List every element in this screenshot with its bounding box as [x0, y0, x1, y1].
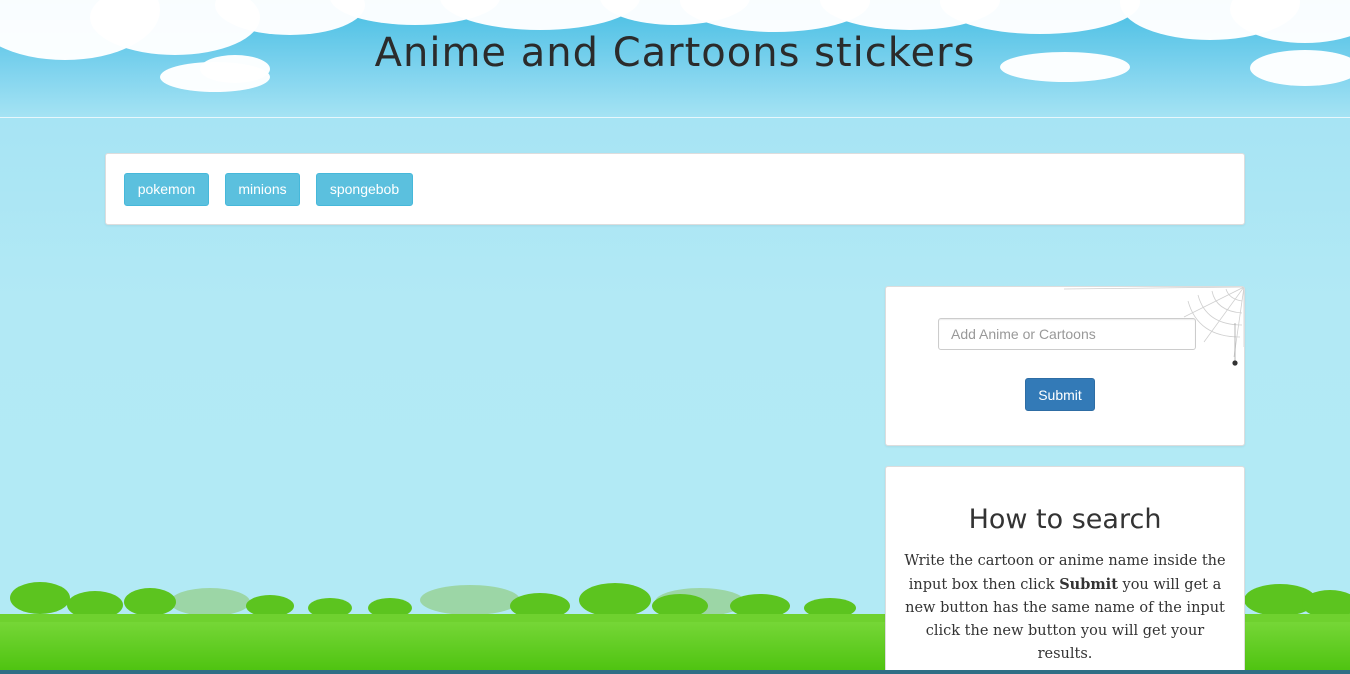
search-input[interactable]	[938, 318, 1196, 350]
taskbar-strip	[0, 670, 1350, 674]
cloud-decoration	[940, 0, 1140, 34]
submit-button[interactable]: Submit	[1025, 378, 1095, 411]
how-to-text: Write the cartoon or anime name inside t…	[904, 550, 1226, 666]
how-to-panel: How to search Write the cartoon or anime…	[885, 466, 1245, 674]
how-to-title: How to search	[968, 504, 1162, 535]
site-header: Anime and Cartoons stickers	[0, 0, 1350, 118]
topic-buttons-panel: pokemon minions spongebob	[105, 153, 1245, 225]
how-to-text-bold: Submit	[1059, 576, 1118, 593]
topic-button-pokemon[interactable]: pokemon	[124, 173, 209, 206]
topic-button-spongebob[interactable]: spongebob	[316, 173, 413, 206]
search-form-panel: Submit	[885, 286, 1245, 446]
page-title: Anime and Cartoons stickers	[374, 30, 976, 76]
topic-button-minions[interactable]: minions	[225, 173, 300, 206]
